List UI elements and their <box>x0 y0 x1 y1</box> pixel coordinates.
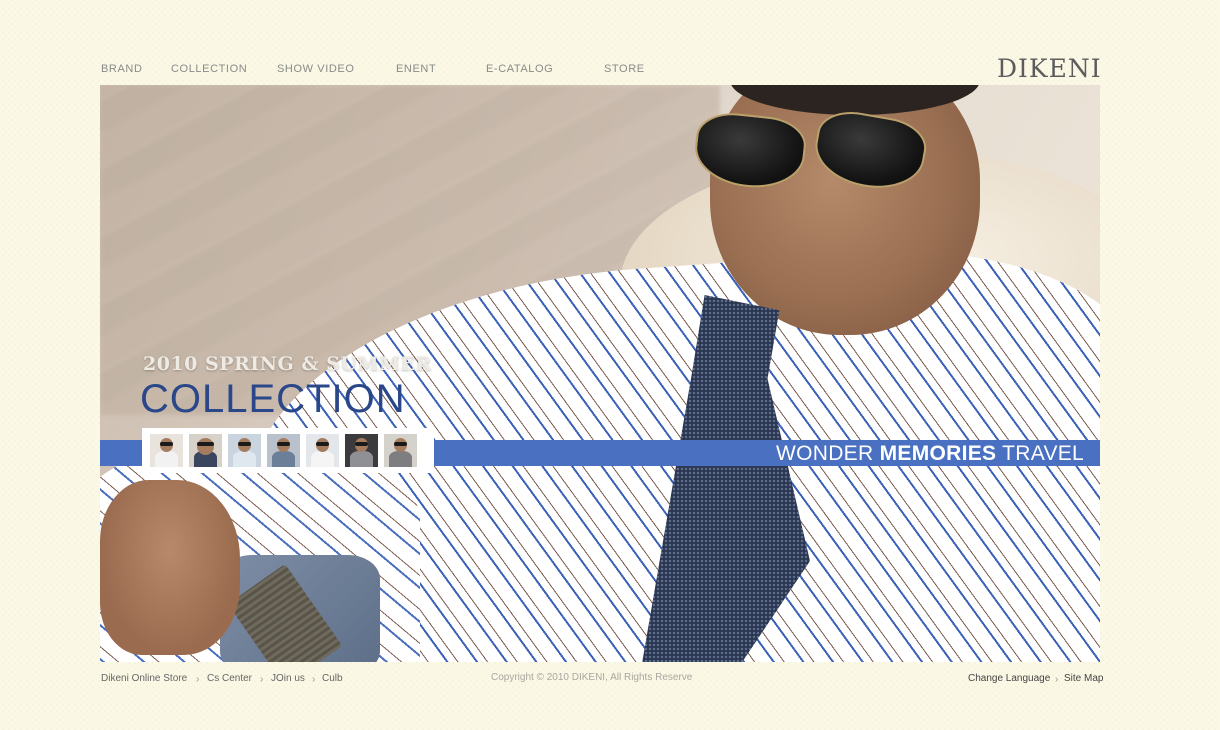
collection-thumbnails <box>142 428 434 473</box>
thumbnail-look-2[interactable] <box>189 434 222 467</box>
season-heading: 2010 SPRING & SUMMER <box>143 353 432 375</box>
thumbnail-look-4[interactable] <box>267 434 300 467</box>
nav-show-video[interactable]: SHOW VIDEO <box>277 63 355 75</box>
thumbnail-look-6[interactable] <box>345 434 378 467</box>
footer-link-join-us[interactable]: JOin us <box>271 673 305 684</box>
tagline-pre: WONDER <box>776 442 880 465</box>
model-hand <box>100 480 240 655</box>
footer-link-site-map[interactable]: Site Map <box>1064 673 1103 684</box>
collection-title: COLLECTION <box>140 377 406 421</box>
footer-separator: › <box>260 674 264 685</box>
nav-e-catalog[interactable]: E-CATALOG <box>486 63 553 75</box>
footer-link-change-language[interactable]: Change Language <box>968 673 1050 684</box>
footer-separator: › <box>1055 674 1059 685</box>
tagline: WONDER MEMORIES TRAVEL <box>776 442 1084 466</box>
nav-collection[interactable]: COLLECTION <box>171 63 247 75</box>
thumbnail-look-7[interactable] <box>384 434 417 467</box>
footer-link-online-store[interactable]: Dikeni Online Store <box>101 673 187 684</box>
footer-link-cs-center[interactable]: Cs Center <box>207 673 252 684</box>
thumbnail-look-3[interactable] <box>228 434 261 467</box>
copyright: Copyright © 2010 DIKENI, All Rights Rese… <box>491 672 693 683</box>
nav-store[interactable]: STORE <box>604 63 645 75</box>
thumbnail-look-5[interactable] <box>306 434 339 467</box>
nav-event[interactable]: ENENT <box>396 63 436 75</box>
tagline-post: TRAVEL <box>996 442 1085 465</box>
tagline-bold: MEMORIES <box>879 442 997 465</box>
brand-logo[interactable]: DIKENI <box>997 54 1102 83</box>
thumbnail-look-1[interactable] <box>150 434 183 467</box>
footer-separator: › <box>196 674 200 685</box>
footer-separator: › <box>312 674 316 685</box>
footer-link-club[interactable]: Culb <box>322 673 343 684</box>
nav-brand[interactable]: BRAND <box>101 63 143 75</box>
